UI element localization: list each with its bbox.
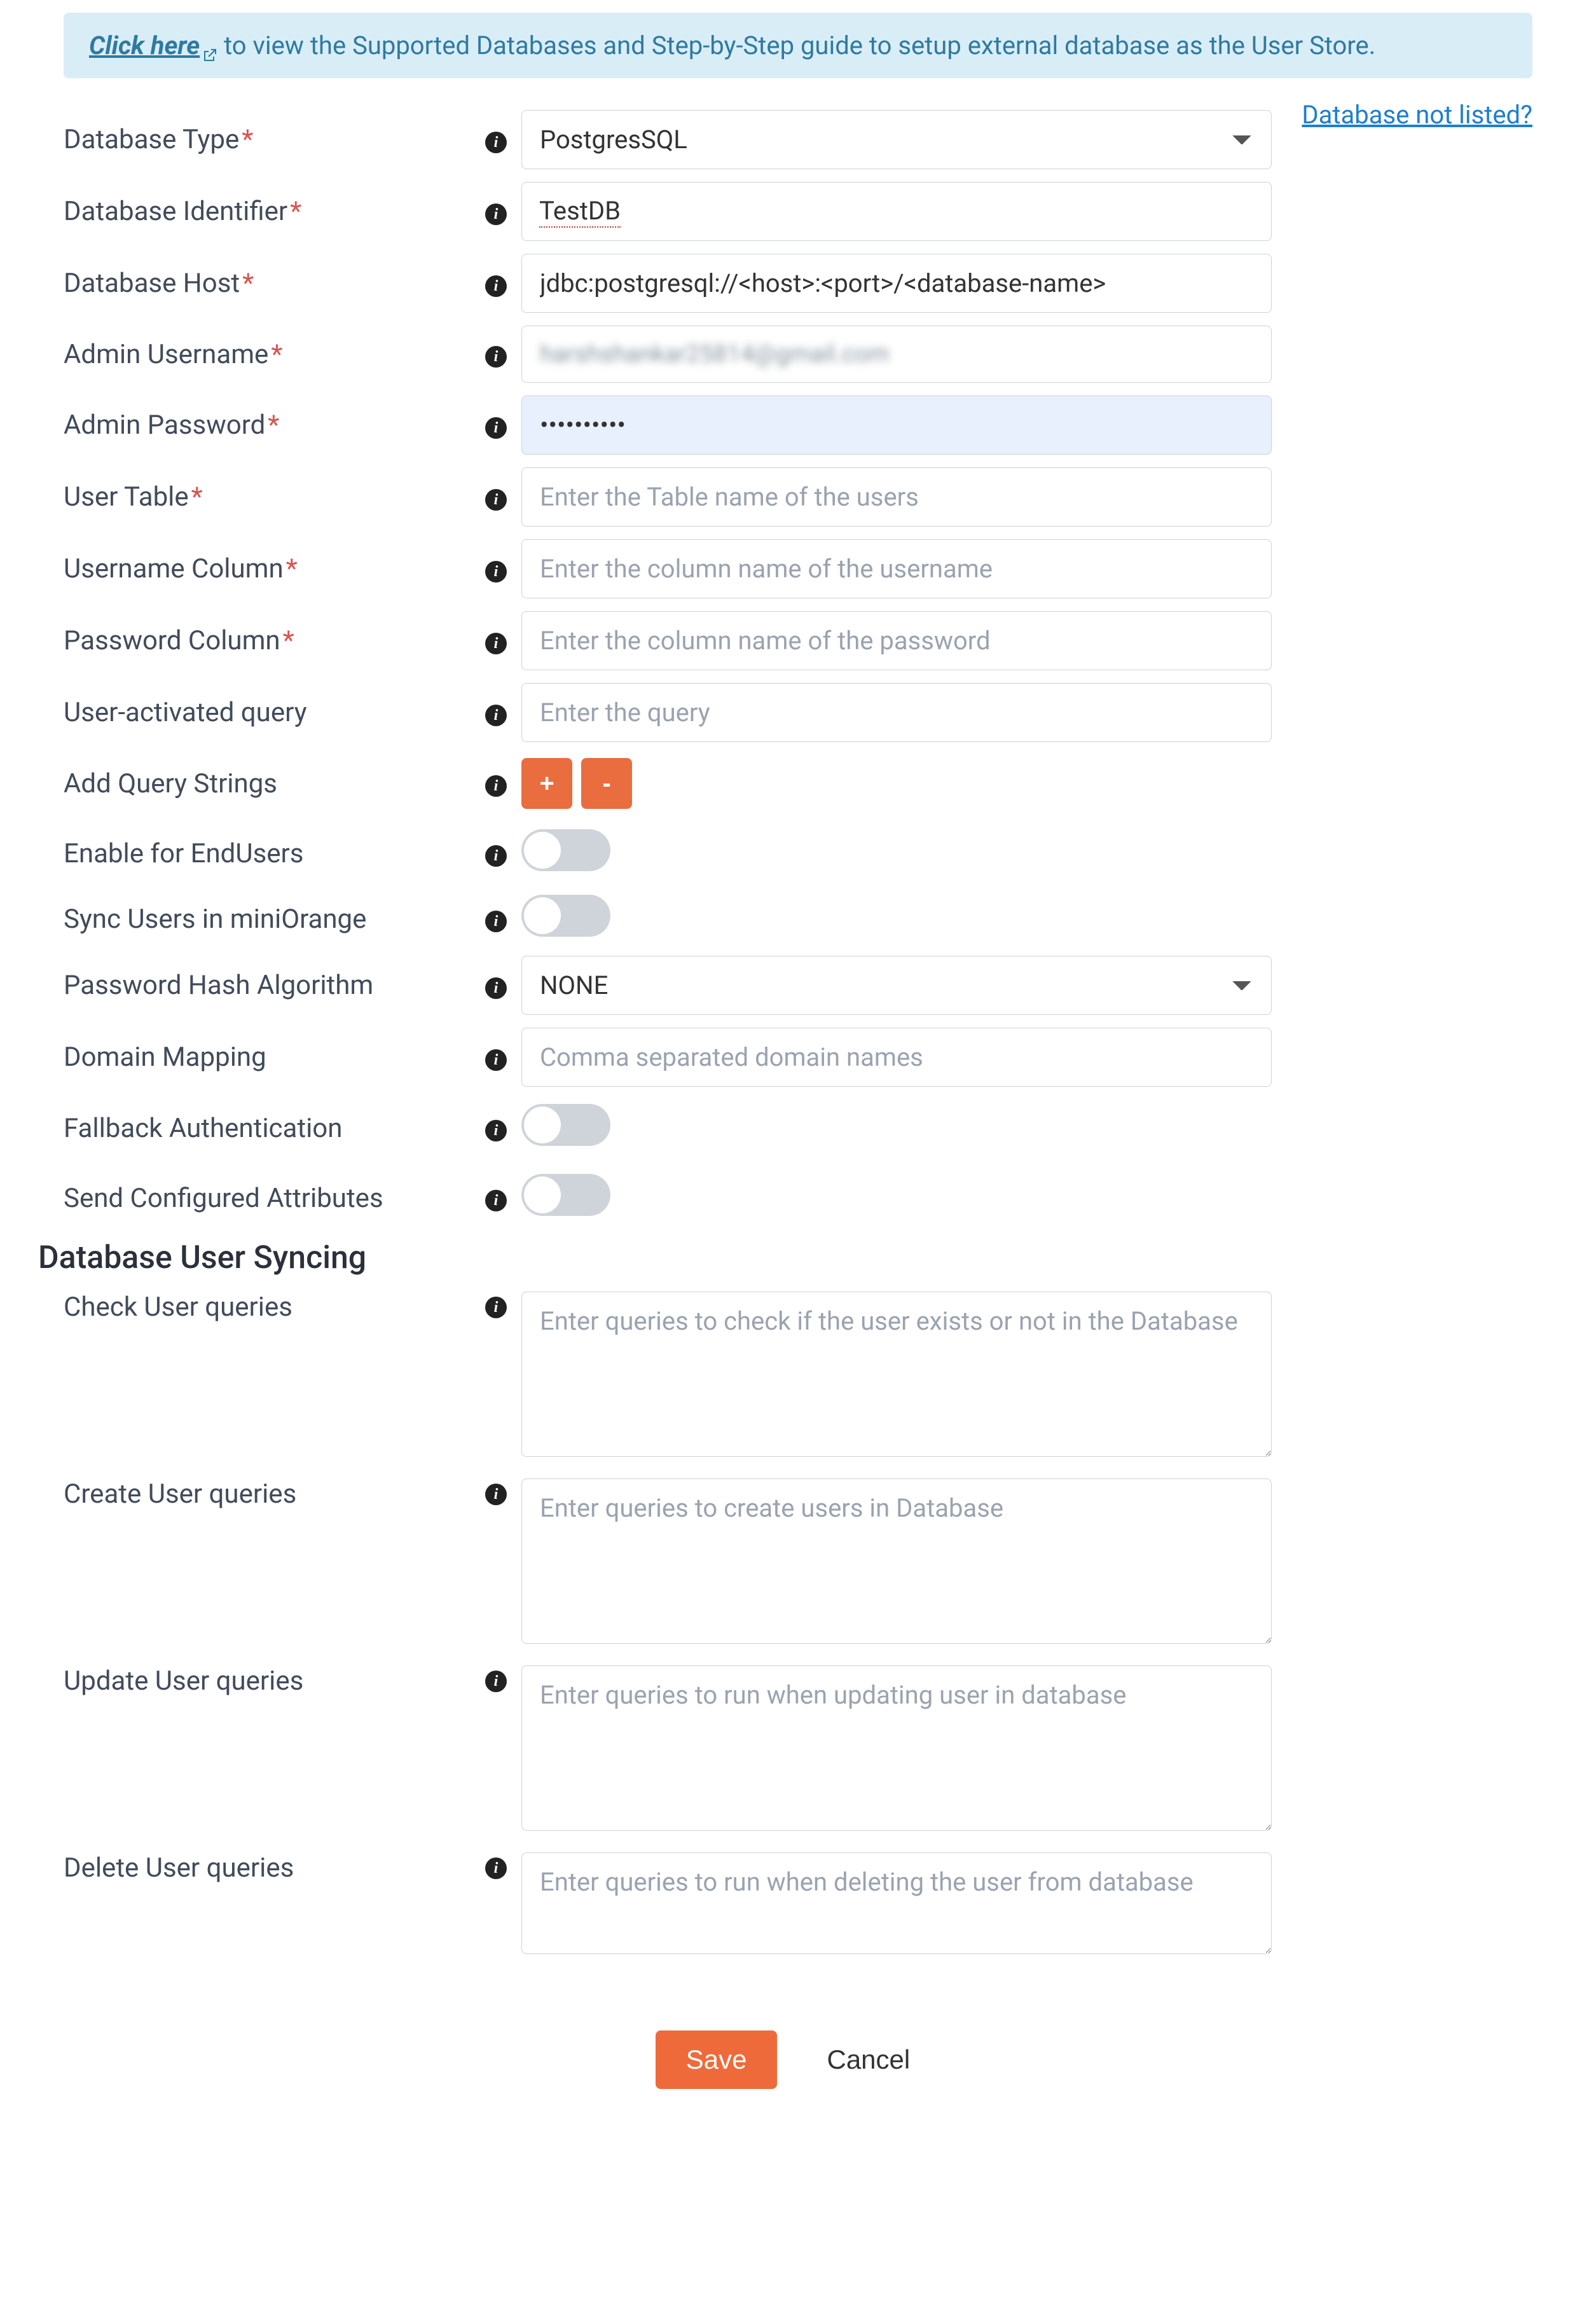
- row-send-configured-attrs: Send Configured Attributes i: [64, 1163, 1532, 1233]
- create-user-queries-textarea[interactable]: [521, 1478, 1272, 1644]
- label-check-user-queries: Check User queries: [64, 1292, 471, 1323]
- add-query-minus-button[interactable]: -: [581, 758, 632, 809]
- database-type-select[interactable]: PostgresSQL: [521, 110, 1272, 169]
- delete-user-queries-textarea[interactable]: [521, 1852, 1272, 1954]
- click-here-text: Click here: [89, 31, 200, 60]
- save-button[interactable]: Save: [656, 2030, 778, 2089]
- info-icon[interactable]: i: [485, 346, 507, 368]
- row-sync-users: Sync Users in miniOrange i: [64, 888, 1532, 949]
- row-check-user-queries: Check User queries i: [64, 1283, 1532, 1470]
- row-user-table: User Table* i: [64, 461, 1532, 533]
- info-icon[interactable]: i: [485, 561, 507, 582]
- info-icon[interactable]: i: [485, 275, 507, 297]
- label-password-hash: Password Hash Algorithm: [64, 970, 471, 1001]
- info-icon[interactable]: i: [485, 1857, 507, 1879]
- label-user-table: User Table*: [64, 481, 471, 513]
- info-icon[interactable]: i: [485, 705, 507, 726]
- domain-mapping-input[interactable]: [521, 1028, 1272, 1087]
- info-icon[interactable]: i: [485, 203, 507, 225]
- label-admin-password: Admin Password*: [64, 410, 471, 441]
- label-create-user-queries: Create User queries: [64, 1478, 471, 1510]
- row-update-user-queries: Update User queries i: [64, 1657, 1532, 1844]
- label-password-column: Password Column*: [64, 625, 471, 656]
- row-enable-endusers: Enable for EndUsers i: [64, 818, 1532, 888]
- info-icon[interactable]: i: [485, 845, 507, 867]
- cancel-button[interactable]: Cancel: [796, 2030, 940, 2089]
- info-icon[interactable]: i: [485, 1671, 507, 1692]
- password-hash-select[interactable]: NONE: [521, 956, 1272, 1015]
- info-icon[interactable]: i: [485, 775, 507, 797]
- label-fallback-auth: Fallback Authentication: [64, 1113, 471, 1144]
- password-column-input[interactable]: [521, 611, 1272, 670]
- label-domain-mapping: Domain Mapping: [64, 1042, 471, 1073]
- row-username-column: Username Column* i: [64, 533, 1532, 605]
- enable-endusers-toggle[interactable]: [521, 829, 610, 871]
- sync-users-toggle[interactable]: [521, 895, 610, 937]
- add-query-plus-button[interactable]: +: [521, 758, 572, 809]
- info-icon[interactable]: i: [485, 417, 507, 439]
- row-password-hash: Password Hash Algorithm i NONE: [64, 949, 1532, 1021]
- info-banner: Click here to view the Supported Databas…: [64, 13, 1532, 78]
- info-icon[interactable]: i: [485, 489, 507, 511]
- external-link-icon: [202, 39, 217, 55]
- info-icon[interactable]: i: [485, 633, 507, 654]
- label-database-identifier: Database Identifier*: [64, 196, 471, 227]
- row-fallback-auth: Fallback Authentication i: [64, 1093, 1532, 1163]
- label-sync-users: Sync Users in miniOrange: [64, 904, 471, 935]
- footer-buttons: Save Cancel: [64, 2030, 1532, 2114]
- info-icon[interactable]: i: [485, 1484, 507, 1505]
- label-add-query-strings: Add Query Strings: [64, 768, 471, 799]
- label-database-host: Database Host*: [64, 268, 471, 299]
- info-icon[interactable]: i: [485, 132, 507, 153]
- info-icon[interactable]: i: [485, 977, 507, 999]
- row-delete-user-queries: Delete User queries i: [64, 1844, 1532, 1967]
- user-table-input[interactable]: [521, 467, 1272, 527]
- admin-password-input[interactable]: [521, 396, 1272, 455]
- row-user-activated-query: User-activated query i: [64, 677, 1532, 748]
- fallback-auth-toggle[interactable]: [521, 1104, 610, 1146]
- database-identifier-input[interactable]: [521, 182, 1272, 241]
- update-user-queries-textarea[interactable]: [521, 1665, 1272, 1831]
- label-database-type: Database Type*: [64, 124, 471, 155]
- database-host-input[interactable]: [521, 254, 1272, 313]
- row-add-query-strings: Add Query Strings i + -: [64, 748, 1532, 818]
- row-admin-username: Admin Username* i harshshankar25814@gmai…: [64, 319, 1532, 389]
- label-update-user-queries: Update User queries: [64, 1665, 471, 1697]
- info-icon[interactable]: i: [485, 1120, 507, 1141]
- row-password-column: Password Column* i: [64, 605, 1532, 677]
- section-title-db-user-syncing: Database User Syncing: [38, 1239, 471, 1276]
- info-icon[interactable]: i: [485, 1297, 507, 1318]
- row-database-host: Database Host* i: [64, 247, 1532, 319]
- click-here-link[interactable]: Click here: [89, 31, 217, 60]
- info-icon[interactable]: i: [485, 1049, 507, 1071]
- label-enable-endusers: Enable for EndUsers: [64, 838, 471, 869]
- row-domain-mapping: Domain Mapping i: [64, 1021, 1532, 1093]
- user-activated-query-input[interactable]: [521, 683, 1272, 742]
- row-database-identifier: Database Identifier* i TestDB: [64, 176, 1532, 247]
- check-user-queries-textarea[interactable]: [521, 1292, 1272, 1457]
- username-column-input[interactable]: [521, 539, 1272, 598]
- row-admin-password: Admin Password* i: [64, 389, 1532, 461]
- form-container: Click here to view the Supported Databas…: [0, 13, 1596, 2114]
- admin-username-input[interactable]: harshshankar25814@gmail.com: [521, 326, 1272, 383]
- database-not-listed-link[interactable]: Database not listed?: [1302, 100, 1532, 130]
- label-send-configured-attrs: Send Configured Attributes: [64, 1183, 471, 1214]
- banner-rest: to view the Supported Databases and Step…: [217, 31, 1375, 60]
- info-icon[interactable]: i: [485, 1190, 507, 1211]
- label-delete-user-queries: Delete User queries: [64, 1852, 471, 1884]
- info-icon[interactable]: i: [485, 911, 507, 932]
- send-configured-attrs-toggle[interactable]: [521, 1174, 610, 1216]
- label-admin-username: Admin Username*: [64, 339, 471, 370]
- label-username-column: Username Column*: [64, 553, 471, 584]
- row-create-user-queries: Create User queries i: [64, 1470, 1532, 1657]
- label-user-activated-query: User-activated query: [64, 697, 471, 728]
